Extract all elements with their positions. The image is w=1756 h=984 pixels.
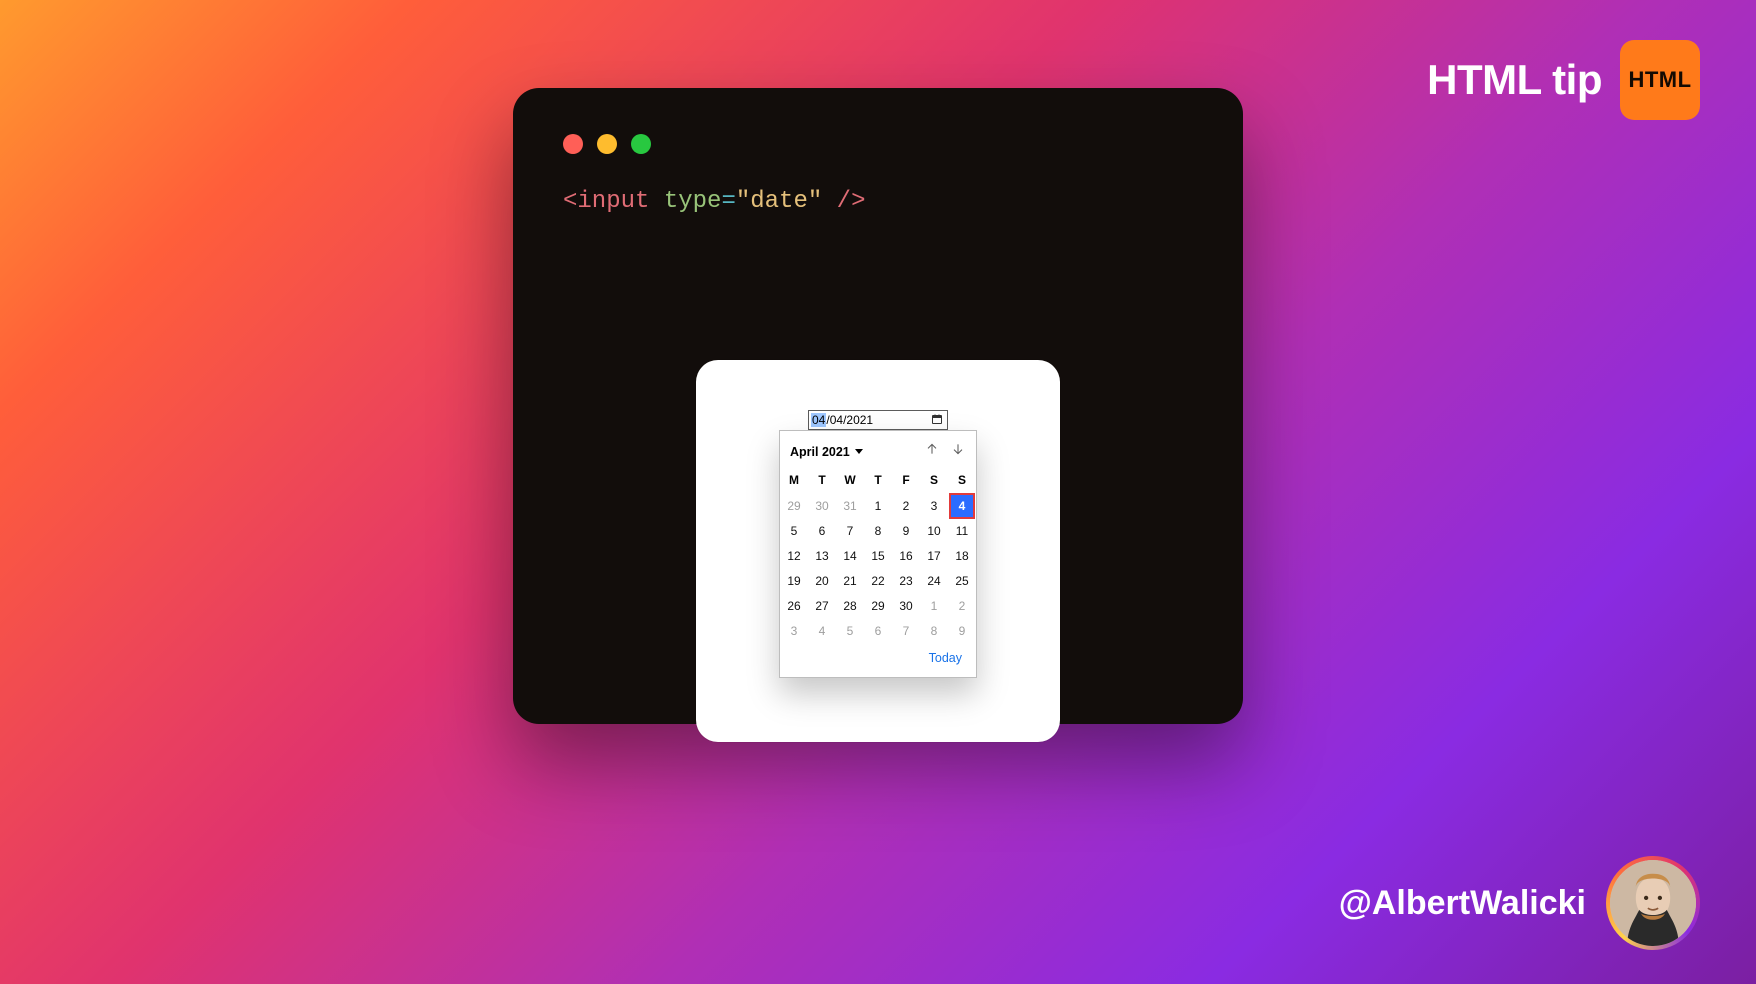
today-link[interactable]: Today bbox=[929, 651, 962, 665]
calendar-day[interactable]: 18 bbox=[948, 543, 976, 568]
calendar-day-other-month[interactable]: 5 bbox=[836, 618, 864, 643]
weekday-header: S bbox=[948, 468, 976, 493]
html-badge: HTML bbox=[1620, 40, 1700, 120]
code-line: <input type="date" /> bbox=[563, 188, 1193, 215]
calendar-day[interactable]: 25 bbox=[948, 568, 976, 593]
calendar-day-other-month[interactable]: 7 bbox=[892, 618, 920, 643]
weekday-header: F bbox=[892, 468, 920, 493]
code-editor-window: <input type="date" /> 04/04/2021 April 2… bbox=[513, 88, 1243, 724]
avatar-ring bbox=[1606, 856, 1700, 950]
code-equals: = bbox=[721, 188, 735, 215]
maximize-window-button[interactable] bbox=[631, 134, 651, 154]
date-input-day[interactable]: 04 bbox=[830, 413, 843, 427]
calendar-day-selected[interactable]: 4 bbox=[948, 493, 976, 518]
calendar-icon[interactable] bbox=[931, 413, 943, 428]
calendar-day[interactable]: 6 bbox=[808, 518, 836, 543]
code-self-close: /> bbox=[837, 188, 866, 215]
calendar-day[interactable]: 11 bbox=[948, 518, 976, 543]
weekday-header: W bbox=[836, 468, 864, 493]
weekday-header: T bbox=[864, 468, 892, 493]
preview-panel: 04/04/2021 April 2021 bbox=[696, 360, 1060, 742]
calendar-day-other-month[interactable]: 29 bbox=[780, 493, 808, 518]
calendar-day[interactable]: 14 bbox=[836, 543, 864, 568]
calendar-day[interactable]: 7 bbox=[836, 518, 864, 543]
date-input-year[interactable]: 2021 bbox=[846, 413, 873, 427]
next-month-button[interactable] bbox=[950, 441, 966, 462]
calendar-day[interactable]: 5 bbox=[780, 518, 808, 543]
calendar-grid: MTWTFSS 29303112345678910111213141516171… bbox=[780, 468, 976, 643]
code-tag-name: input bbox=[577, 188, 649, 215]
calendar-day[interactable]: 1 bbox=[864, 493, 892, 518]
month-year-selector[interactable]: April 2021 bbox=[790, 445, 863, 459]
calendar-day[interactable]: 3 bbox=[920, 493, 948, 518]
calendar-day[interactable]: 19 bbox=[780, 568, 808, 593]
calendar-day-other-month[interactable]: 4 bbox=[808, 618, 836, 643]
code-quote-open: " bbox=[736, 188, 750, 215]
calendar-day[interactable]: 9 bbox=[892, 518, 920, 543]
calendar-day[interactable]: 8 bbox=[864, 518, 892, 543]
calendar-day[interactable]: 17 bbox=[920, 543, 948, 568]
date-input[interactable]: 04/04/2021 bbox=[808, 410, 948, 430]
calendar-day-other-month[interactable]: 3 bbox=[780, 618, 808, 643]
calendar-day[interactable]: 15 bbox=[864, 543, 892, 568]
code-open-bracket: < bbox=[563, 188, 577, 215]
date-input-month[interactable]: 04 bbox=[811, 413, 826, 427]
calendar-day[interactable]: 12 bbox=[780, 543, 808, 568]
calendar-day-other-month[interactable]: 6 bbox=[864, 618, 892, 643]
calendar-day[interactable]: 24 bbox=[920, 568, 948, 593]
calendar-day[interactable]: 2 bbox=[892, 493, 920, 518]
weekday-header: M bbox=[780, 468, 808, 493]
weekday-header: T bbox=[808, 468, 836, 493]
code-attr-value: date bbox=[750, 188, 808, 215]
calendar-day[interactable]: 28 bbox=[836, 593, 864, 618]
calendar-day-other-month[interactable]: 8 bbox=[920, 618, 948, 643]
weekday-header: S bbox=[920, 468, 948, 493]
calendar-day[interactable]: 21 bbox=[836, 568, 864, 593]
window-controls bbox=[563, 134, 1193, 154]
month-year-label: April 2021 bbox=[790, 445, 850, 459]
calendar-day[interactable]: 13 bbox=[808, 543, 836, 568]
calendar-day[interactable]: 29 bbox=[864, 593, 892, 618]
code-attr-name: type bbox=[664, 188, 722, 215]
prev-month-button[interactable] bbox=[924, 441, 940, 462]
close-window-button[interactable] bbox=[563, 134, 583, 154]
calendar-day[interactable]: 27 bbox=[808, 593, 836, 618]
calendar-day[interactable]: 16 bbox=[892, 543, 920, 568]
code-quote-close: " bbox=[808, 188, 822, 215]
calendar-day[interactable]: 30 bbox=[892, 593, 920, 618]
author-handle: @AlbertWalicki bbox=[1339, 884, 1586, 923]
calendar-day-other-month[interactable]: 9 bbox=[948, 618, 976, 643]
calendar-day[interactable]: 22 bbox=[864, 568, 892, 593]
calendar-day[interactable]: 20 bbox=[808, 568, 836, 593]
calendar-day[interactable]: 10 bbox=[920, 518, 948, 543]
date-picker-popup: April 2021 MTWTFSS 293031123456789 bbox=[779, 430, 977, 678]
calendar-day-other-month[interactable]: 30 bbox=[808, 493, 836, 518]
avatar bbox=[1610, 860, 1696, 946]
calendar-day-other-month[interactable]: 31 bbox=[836, 493, 864, 518]
page-title: HTML tip bbox=[1427, 56, 1602, 104]
calendar-day-other-month[interactable]: 1 bbox=[920, 593, 948, 618]
calendar-day[interactable]: 26 bbox=[780, 593, 808, 618]
minimize-window-button[interactable] bbox=[597, 134, 617, 154]
chevron-down-icon bbox=[855, 449, 863, 454]
calendar-day[interactable]: 23 bbox=[892, 568, 920, 593]
calendar-day-other-month[interactable]: 2 bbox=[948, 593, 976, 618]
